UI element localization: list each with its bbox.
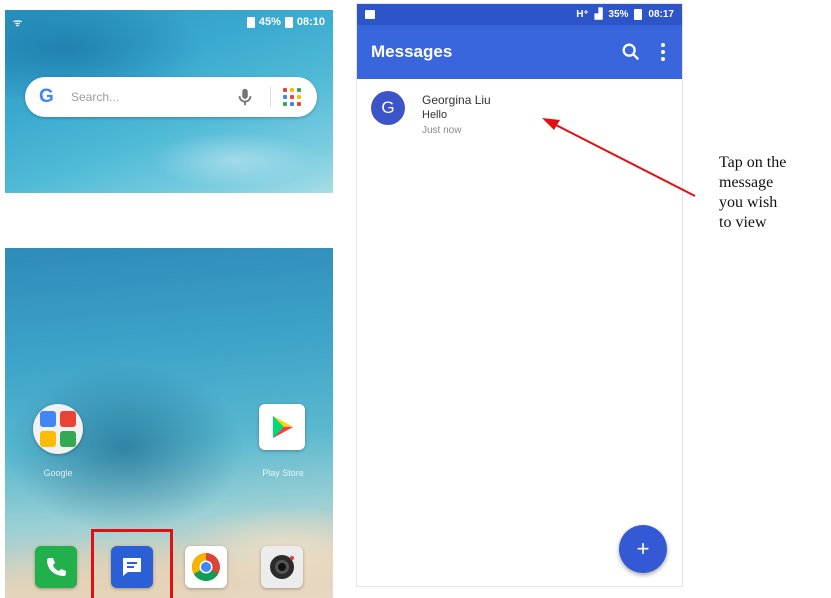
camera-lens-icon: [270, 555, 294, 579]
home-screen-bottom: Google Play Store: [5, 248, 333, 598]
google-search-bar[interactable]: G Search...: [25, 77, 317, 117]
signal-icon: ᯤ: [13, 18, 23, 29]
search-icon[interactable]: [620, 41, 642, 63]
microphone-icon[interactable]: [234, 86, 256, 108]
chrome-logo-icon: [192, 553, 220, 581]
google-folder-icon[interactable]: [33, 404, 83, 454]
new-message-fab[interactable]: +: [619, 525, 667, 573]
status-time: 08:10: [296, 16, 325, 28]
messages-status-bar: H⁺ ▟ 35% 08:17: [357, 4, 682, 25]
apps-grid-icon[interactable]: [283, 88, 301, 106]
play-store-label: Play Store: [262, 468, 304, 478]
overflow-menu-icon[interactable]: [658, 41, 668, 63]
status-time: 08:17: [648, 9, 674, 20]
app-title: Messages: [371, 42, 453, 61]
battery-level: 45%: [258, 16, 281, 28]
network-type: H⁺: [576, 9, 589, 20]
play-triangle-icon: [273, 416, 293, 438]
signal-bars-icon: ▟: [594, 9, 603, 20]
annotation-arrow: [542, 118, 696, 197]
messages-app-screen: H⁺ ▟ 35% 08:17 Messages G Georgina Liu H…: [356, 3, 683, 587]
google-folder-label: Google: [43, 468, 73, 478]
contact-avatar: G: [371, 91, 405, 125]
annotation-line: message: [719, 174, 774, 191]
status-bar: ᯤ 45% 08:10: [5, 10, 333, 34]
search-divider: [270, 86, 271, 108]
play-store-icon[interactable]: [259, 404, 305, 450]
image-notification-icon: [365, 10, 375, 19]
conversation-text: Georgina Liu Hello Just now: [422, 93, 491, 161]
battery-icon: [284, 16, 293, 28]
contact-name: Georgina Liu: [422, 93, 491, 107]
google-g-icon: G: [39, 86, 54, 107]
home-screen-top: ᯤ 45% 08:10 G Search...: [5, 10, 333, 193]
battery-level: 35%: [608, 9, 629, 20]
sim-icon: [246, 16, 255, 28]
message-timestamp: Just now: [422, 125, 462, 136]
annotation-line: to view: [719, 214, 767, 231]
annotation-line: Tap on the: [719, 154, 787, 171]
phone-handset-icon: [47, 558, 66, 576]
messages-app-bar: Messages: [357, 25, 682, 79]
search-placeholder[interactable]: Search...: [71, 90, 234, 104]
annotation-text: Tap on the message you wish to view: [719, 153, 827, 233]
phone-app-icon[interactable]: [35, 546, 77, 588]
annotation-line: you wish: [719, 194, 778, 211]
battery-icon: [634, 9, 643, 20]
camera-app-icon[interactable]: [261, 546, 303, 588]
message-snippet: Hello: [422, 109, 448, 121]
messages-app-highlight-box: [91, 529, 173, 598]
chrome-app-icon[interactable]: [185, 546, 227, 588]
